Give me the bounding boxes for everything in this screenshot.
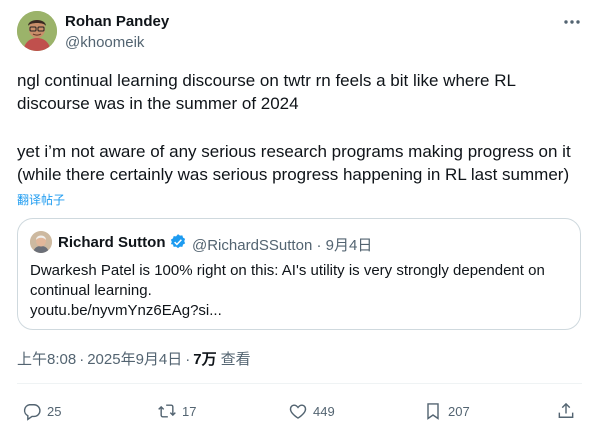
tweet-meta: 上午8:08 · 2025年9月4日 · 7万 查看 <box>17 348 251 369</box>
more-options-button[interactable] <box>561 14 583 30</box>
separator-dot: · <box>79 351 85 368</box>
divider <box>17 383 582 384</box>
quoted-author-handle[interactable]: @RichardSSutton <box>192 237 312 254</box>
tweet-line: ngl continual learning discourse on twtr… <box>17 71 516 90</box>
tweet-paragraph-1: ngl continual learning discourse on twtr… <box>17 69 587 115</box>
quoted-link[interactable]: youtu.be/nyvmYnz6EAg?si... <box>30 302 222 319</box>
tweet-card: Rohan Pandey @khoomeik ngl continual lea… <box>0 0 599 435</box>
retweet-count: 17 <box>182 403 197 419</box>
quoted-text: Dwarkesh Patel is 100% right on this: AI… <box>30 262 545 299</box>
author-avatar[interactable] <box>17 11 57 51</box>
tweet-date[interactable]: 2025年9月4日 <box>87 351 182 368</box>
tweet-line: discourse was in the summer of 2024 <box>17 94 299 113</box>
like-count: 449 <box>313 403 335 419</box>
verified-badge-icon <box>170 234 186 249</box>
tweet-time[interactable]: 上午8:08 <box>17 351 76 368</box>
separator-dot: · <box>316 237 322 254</box>
views-label: 查看 <box>220 351 251 368</box>
bookmark-button[interactable]: 207 <box>423 400 470 422</box>
reply-button[interactable]: 25 <box>22 400 61 422</box>
quoted-meta: @RichardSSutton · 9月4日 <box>192 234 372 255</box>
tweet-paragraph-2: yet i’m not aware of any serious researc… <box>17 140 587 186</box>
like-button[interactable]: 449 <box>288 400 335 422</box>
bookmark-icon <box>427 403 439 420</box>
quoted-author-name[interactable]: Richard Sutton <box>58 234 166 251</box>
quoted-tweet[interactable]: Richard Sutton @RichardSSutton · 9月4日 Dw… <box>17 218 581 330</box>
like-icon <box>289 404 307 419</box>
share-icon <box>558 402 574 418</box>
author-name[interactable]: Rohan Pandey <box>65 13 169 30</box>
tweet-line: (while there certainly was serious progr… <box>17 165 570 184</box>
separator-dot: · <box>185 351 191 368</box>
share-button[interactable] <box>556 400 576 422</box>
reply-icon <box>23 404 41 421</box>
views-count: 7万 <box>193 351 217 368</box>
more-icon <box>564 20 580 24</box>
reply-count: 25 <box>47 403 62 419</box>
translate-post-link[interactable]: 翻译帖子 <box>17 191 65 208</box>
tweet-line: yet i’m not aware of any serious researc… <box>17 142 571 161</box>
retweet-icon <box>158 404 176 418</box>
retweet-button[interactable]: 17 <box>157 400 196 422</box>
quoted-date[interactable]: 9月4日 <box>326 237 373 254</box>
author-handle[interactable]: @khoomeik <box>65 34 144 51</box>
bookmark-count: 207 <box>448 403 470 419</box>
quoted-author-avatar[interactable] <box>30 231 52 253</box>
